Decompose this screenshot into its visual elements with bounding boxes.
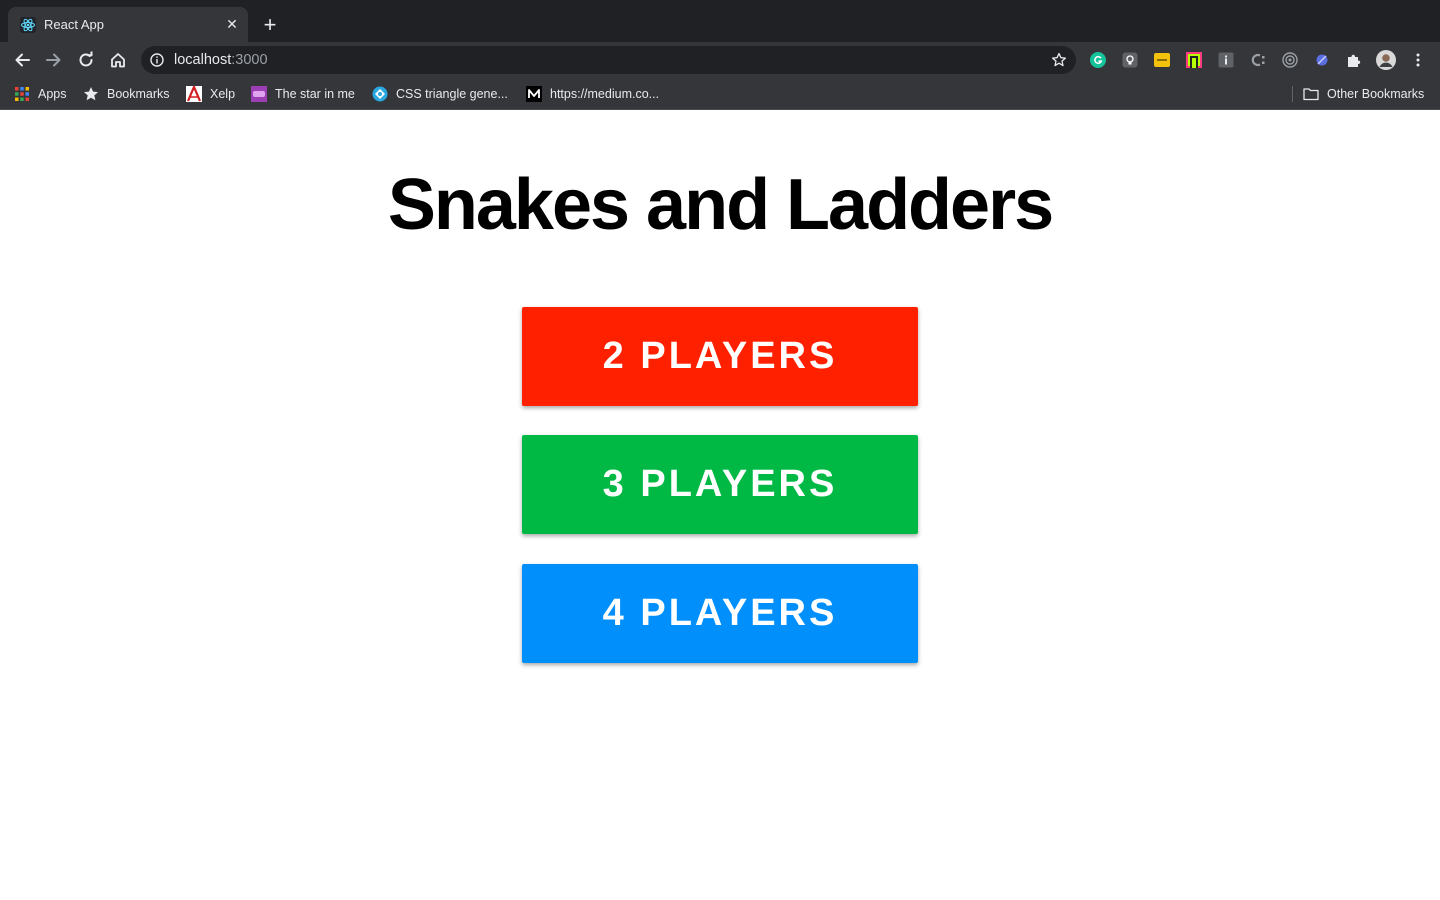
bookmark-the-star-in-me[interactable]: The star in me xyxy=(251,85,355,103)
url-host: localhost xyxy=(174,52,232,68)
home-icon xyxy=(111,53,125,68)
url-text: localhost:3000 xyxy=(174,52,268,69)
new-tab-button[interactable]: + xyxy=(258,14,282,36)
avatar[interactable] xyxy=(1376,50,1396,70)
back-arrow-icon xyxy=(15,53,30,67)
bookmark-medium[interactable]: https://medium.co... xyxy=(526,85,659,103)
info-icon[interactable] xyxy=(150,53,164,67)
info-extension-icon[interactable] xyxy=(1218,52,1234,68)
apps-grid-icon xyxy=(15,87,29,101)
css-triangle-icon xyxy=(372,86,388,102)
bookmarks-divider xyxy=(1292,86,1293,102)
star-icon xyxy=(84,87,98,101)
yellow-extension-icon[interactable] xyxy=(1154,52,1170,68)
reload-button[interactable] xyxy=(74,48,98,72)
blue-extension-icon[interactable] xyxy=(1314,52,1330,68)
bookmark-label: https://medium.co... xyxy=(550,87,660,101)
bookmark-apps[interactable]: Apps xyxy=(14,85,67,103)
more-menu-icon[interactable] xyxy=(1410,52,1426,68)
bookmark-label: Bookmarks xyxy=(107,87,170,101)
colorful-extension-icon[interactable] xyxy=(1186,52,1202,68)
bookmark-label: Apps xyxy=(38,87,67,101)
xelp-icon xyxy=(186,86,202,102)
me-icon xyxy=(251,86,267,102)
browser-toolbar: localhost:3000 xyxy=(0,42,1440,78)
bookmark-star-icon[interactable] xyxy=(1051,52,1067,68)
tab-title: React App xyxy=(44,17,104,32)
other-bookmarks-label: Other Bookmarks xyxy=(1327,87,1425,101)
home-button[interactable] xyxy=(106,48,130,72)
back-button[interactable] xyxy=(10,48,34,72)
bookmark-xelp[interactable]: Xelp xyxy=(186,85,235,103)
four-players-button[interactable]: 4 PLAYERS xyxy=(522,564,918,663)
bookmarks-bar: Apps Bookmarks Xelp The star in me CSS t… xyxy=(0,78,1440,110)
target-extension-icon[interactable] xyxy=(1282,52,1298,68)
tab-strip: React App ✕ + xyxy=(0,0,1440,42)
address-bar[interactable]: localhost:3000 xyxy=(141,46,1076,74)
lightbulb-extension-icon[interactable] xyxy=(1122,52,1138,68)
bookmark-css-triangle[interactable]: CSS triangle gene... xyxy=(372,85,508,103)
page-title: Snakes and Ladders xyxy=(387,165,1054,245)
reload-icon xyxy=(79,51,93,67)
bookmark-bookmarks[interactable]: Bookmarks xyxy=(83,85,170,103)
forward-arrow-icon xyxy=(46,53,61,67)
bookmark-label: CSS triangle gene... xyxy=(396,87,508,101)
bookmark-label: Xelp xyxy=(210,87,236,101)
close-icon[interactable]: ✕ xyxy=(224,16,240,32)
bookmark-label: The star in me xyxy=(275,87,355,101)
two-players-button[interactable]: 2 PLAYERS xyxy=(522,307,918,406)
three-players-button[interactable]: 3 PLAYERS xyxy=(522,435,918,534)
forward-button[interactable] xyxy=(42,48,66,72)
url-port: :3000 xyxy=(231,52,268,68)
other-bookmarks[interactable]: Other Bookmarks xyxy=(1303,85,1424,103)
react-icon xyxy=(20,17,36,33)
extensions-puzzle-icon[interactable] xyxy=(1346,52,1362,68)
medium-icon xyxy=(526,86,542,102)
page-content: Snakes and Ladders 2 PLAYERS 3 PLAYERS 4… xyxy=(0,111,1440,900)
grammarly-icon[interactable] xyxy=(1090,52,1106,68)
css-extension-icon[interactable] xyxy=(1250,52,1266,68)
folder-icon xyxy=(1303,88,1319,101)
tab-react-app[interactable]: React App ✕ xyxy=(8,7,248,42)
